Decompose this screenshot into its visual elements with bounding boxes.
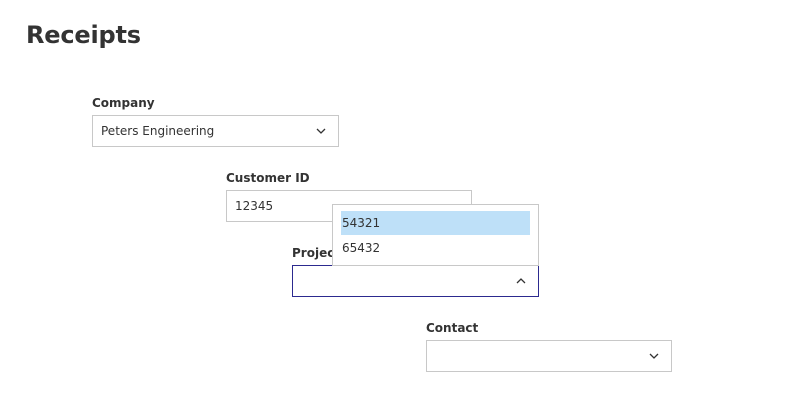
company-select[interactable]: Peters Engineering bbox=[92, 115, 339, 147]
project-dropdown-list: 54321 65432 bbox=[332, 204, 539, 266]
company-label: Company bbox=[92, 96, 155, 110]
chevron-up-icon bbox=[516, 278, 526, 284]
chevron-down-icon bbox=[649, 353, 659, 359]
customer-id-label: Customer ID bbox=[226, 171, 310, 185]
project-option[interactable]: 54321 bbox=[341, 211, 530, 235]
project-select[interactable] bbox=[292, 265, 539, 297]
contact-select[interactable] bbox=[426, 340, 672, 372]
contact-label: Contact bbox=[426, 321, 479, 335]
page-title: Receipts bbox=[26, 21, 141, 49]
chevron-down-icon bbox=[316, 128, 326, 134]
project-option[interactable]: 65432 bbox=[341, 236, 530, 260]
company-value: Peters Engineering bbox=[101, 124, 215, 138]
receipts-page: Receipts Company Peters Engineering Cust… bbox=[0, 0, 805, 405]
